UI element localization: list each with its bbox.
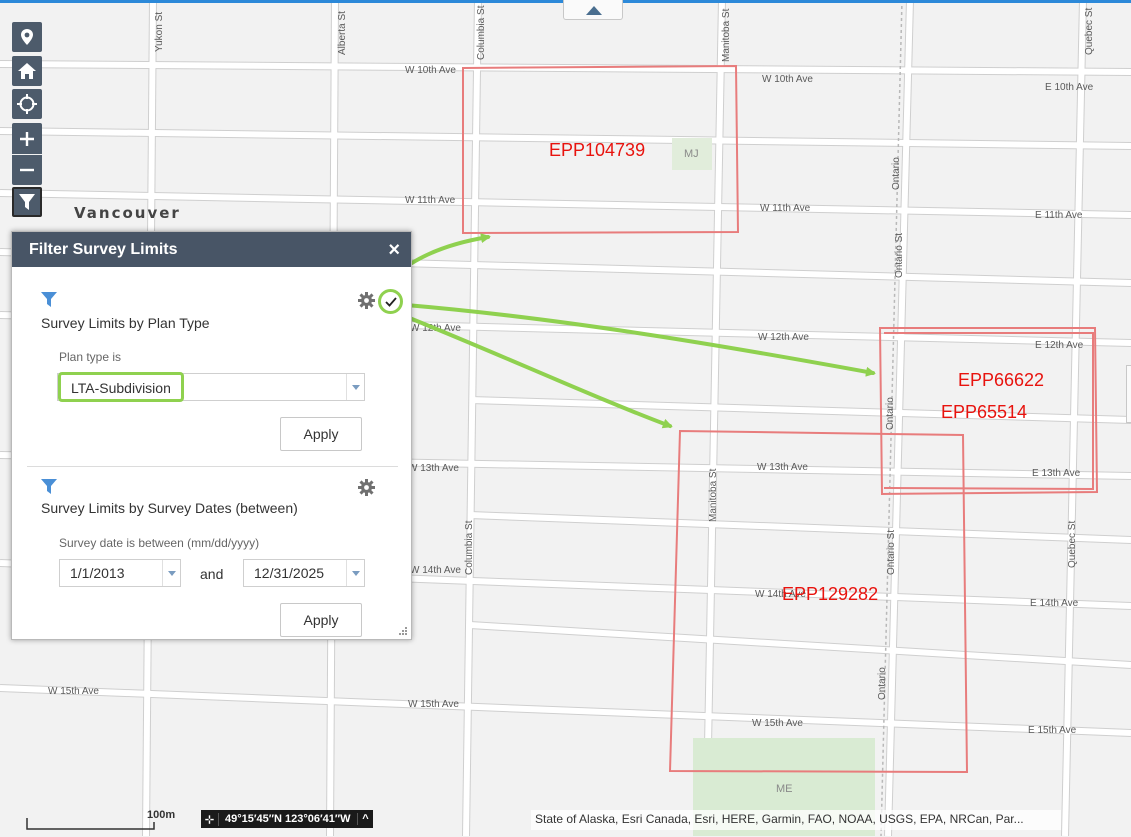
apply-survey-dates-button[interactable]: Apply xyxy=(280,603,362,637)
street-label-manitoba-south: Manitoba St xyxy=(708,468,719,522)
zoom-in-button[interactable] xyxy=(12,123,42,154)
locate-button[interactable] xyxy=(12,89,42,119)
crosshair-icon[interactable]: ⊹ xyxy=(201,812,219,826)
location-pin-icon xyxy=(21,29,33,45)
street-label-e14: E 14th Ave xyxy=(1030,598,1079,609)
street-label-w15: W 15th Ave xyxy=(408,699,459,710)
street-label-w13: W 13th Ave xyxy=(408,463,459,474)
plan-type-select[interactable]: LTA-Subdivision xyxy=(57,372,365,402)
chevron-down-icon[interactable] xyxy=(162,560,180,586)
street-label-alberta: Alberta St xyxy=(337,11,348,55)
street-label-quebec: Quebec St xyxy=(1084,8,1095,55)
chevron-down-icon[interactable] xyxy=(346,560,364,586)
gear-icon[interactable] xyxy=(358,479,375,496)
filter-funnel-icon xyxy=(41,292,57,307)
street-label-w11: W 11th Ave xyxy=(405,195,456,206)
street-label-e12: E 12th Ave xyxy=(1035,340,1084,351)
plan-label-epp66622: EPP66622 xyxy=(958,370,1044,390)
street-label-e15: E 15th Ave xyxy=(1028,725,1077,736)
end-date-input[interactable]: 12/31/2025 xyxy=(243,559,365,587)
home-icon xyxy=(18,63,36,79)
resize-handle-icon[interactable] xyxy=(399,627,407,635)
street-label-w13-east: W 13th Ave xyxy=(757,462,808,473)
street-label-manitoba: Manitoba St xyxy=(721,8,732,62)
scale-bar: 100m xyxy=(26,808,186,837)
street-label-w14: W 14th Ave xyxy=(410,565,461,576)
street-label-e13: E 13th Ave xyxy=(1032,468,1081,479)
check-icon xyxy=(384,296,397,307)
home-button[interactable] xyxy=(12,56,42,86)
street-label-ontario-rail-2: Ontario xyxy=(885,397,896,430)
street-label-w12-east: W 12th Ave xyxy=(758,332,809,343)
location-pin-button[interactable] xyxy=(12,22,42,52)
section-divider xyxy=(27,466,398,467)
plan-label-epp104739: EPP104739 xyxy=(549,140,645,160)
panel-title: Filter Survey Limits xyxy=(29,240,178,258)
section-title: Survey Limits by Survey Dates (between) xyxy=(41,500,298,516)
street-label-w15-east: W 15th Ave xyxy=(752,718,803,729)
close-icon[interactable]: × xyxy=(388,240,400,260)
street-label-e11: E 11th Ave xyxy=(1035,210,1083,221)
street-label-e10: E 10th Ave xyxy=(1045,82,1094,93)
street-label-w10-east: W 10th Ave xyxy=(762,74,813,85)
gear-icon[interactable] xyxy=(358,292,375,309)
street-label-yukon: Yukon St xyxy=(154,12,165,52)
plan-label-epp129282: EPP129282 xyxy=(782,584,878,604)
side-panel-tab[interactable] xyxy=(1126,365,1131,423)
header-collapse-button[interactable] xyxy=(563,0,623,20)
zoom-in-icon xyxy=(20,131,34,146)
chevron-down-icon xyxy=(346,374,364,400)
locate-icon xyxy=(17,94,37,114)
street-label-w11-east: W 11th Ave xyxy=(760,203,811,214)
field-label: Plan type is xyxy=(59,350,122,364)
filter-button[interactable] xyxy=(12,187,42,217)
street-label-w15-west: W 15th Ave xyxy=(48,686,99,697)
scale-bar-label: 100m xyxy=(147,809,176,821)
zoom-out-button[interactable] xyxy=(12,155,42,185)
apply-plan-type-button[interactable]: Apply xyxy=(280,417,362,451)
coordinate-text: 49°15′45″N 123°06′41″W xyxy=(225,813,351,825)
filter-icon xyxy=(19,194,35,210)
filter-panel: Filter Survey Limits × Survey Limits by … xyxy=(11,231,412,640)
field-label: Survey date is between (mm/dd/yyyy) xyxy=(59,536,260,550)
street-label-w10: W 10th Ave xyxy=(405,65,456,76)
start-date-input[interactable]: 1/1/2013 xyxy=(59,559,181,587)
street-label-ontario-north: Ontario St xyxy=(894,233,905,278)
street-label-ontario-rail-1: Ontario xyxy=(891,157,902,190)
date-range-joiner: and xyxy=(200,566,224,582)
coordinate-display: ⊹ 49°15′45″N 123°06′41″W ^ xyxy=(201,810,373,828)
filter-enabled-toggle[interactable] xyxy=(378,289,403,314)
plan-label-epp65514: EPP65514 xyxy=(941,402,1027,422)
filter-funnel-icon xyxy=(41,479,57,494)
zoom-out-icon xyxy=(20,168,34,172)
street-label-ontario-rail-3: Ontario xyxy=(877,667,888,700)
street-label-quebec-south: Quebec St xyxy=(1067,521,1078,568)
street-label-ontario-south: Ontario St xyxy=(886,530,897,575)
street-label-columbia-south: Columbia St xyxy=(464,520,475,575)
zone-label-me: ME xyxy=(776,783,793,795)
chevron-up-icon[interactable]: ^ xyxy=(357,813,373,825)
section-title: Survey Limits by Plan Type xyxy=(41,315,210,331)
chevron-up-icon xyxy=(586,6,602,15)
street-label-columbia: Columbia St xyxy=(476,5,487,60)
map-attribution[interactable]: State of Alaska, Esri Canada, Esri, HERE… xyxy=(531,810,1061,830)
start-date-value: 1/1/2013 xyxy=(70,565,125,581)
end-date-value: 12/31/2025 xyxy=(254,565,325,581)
panel-header: Filter Survey Limits × xyxy=(12,232,411,267)
plan-type-value: LTA-Subdivision xyxy=(58,372,184,402)
zone-label-mj: MJ xyxy=(684,148,699,160)
city-label: Vancouver xyxy=(74,204,181,222)
